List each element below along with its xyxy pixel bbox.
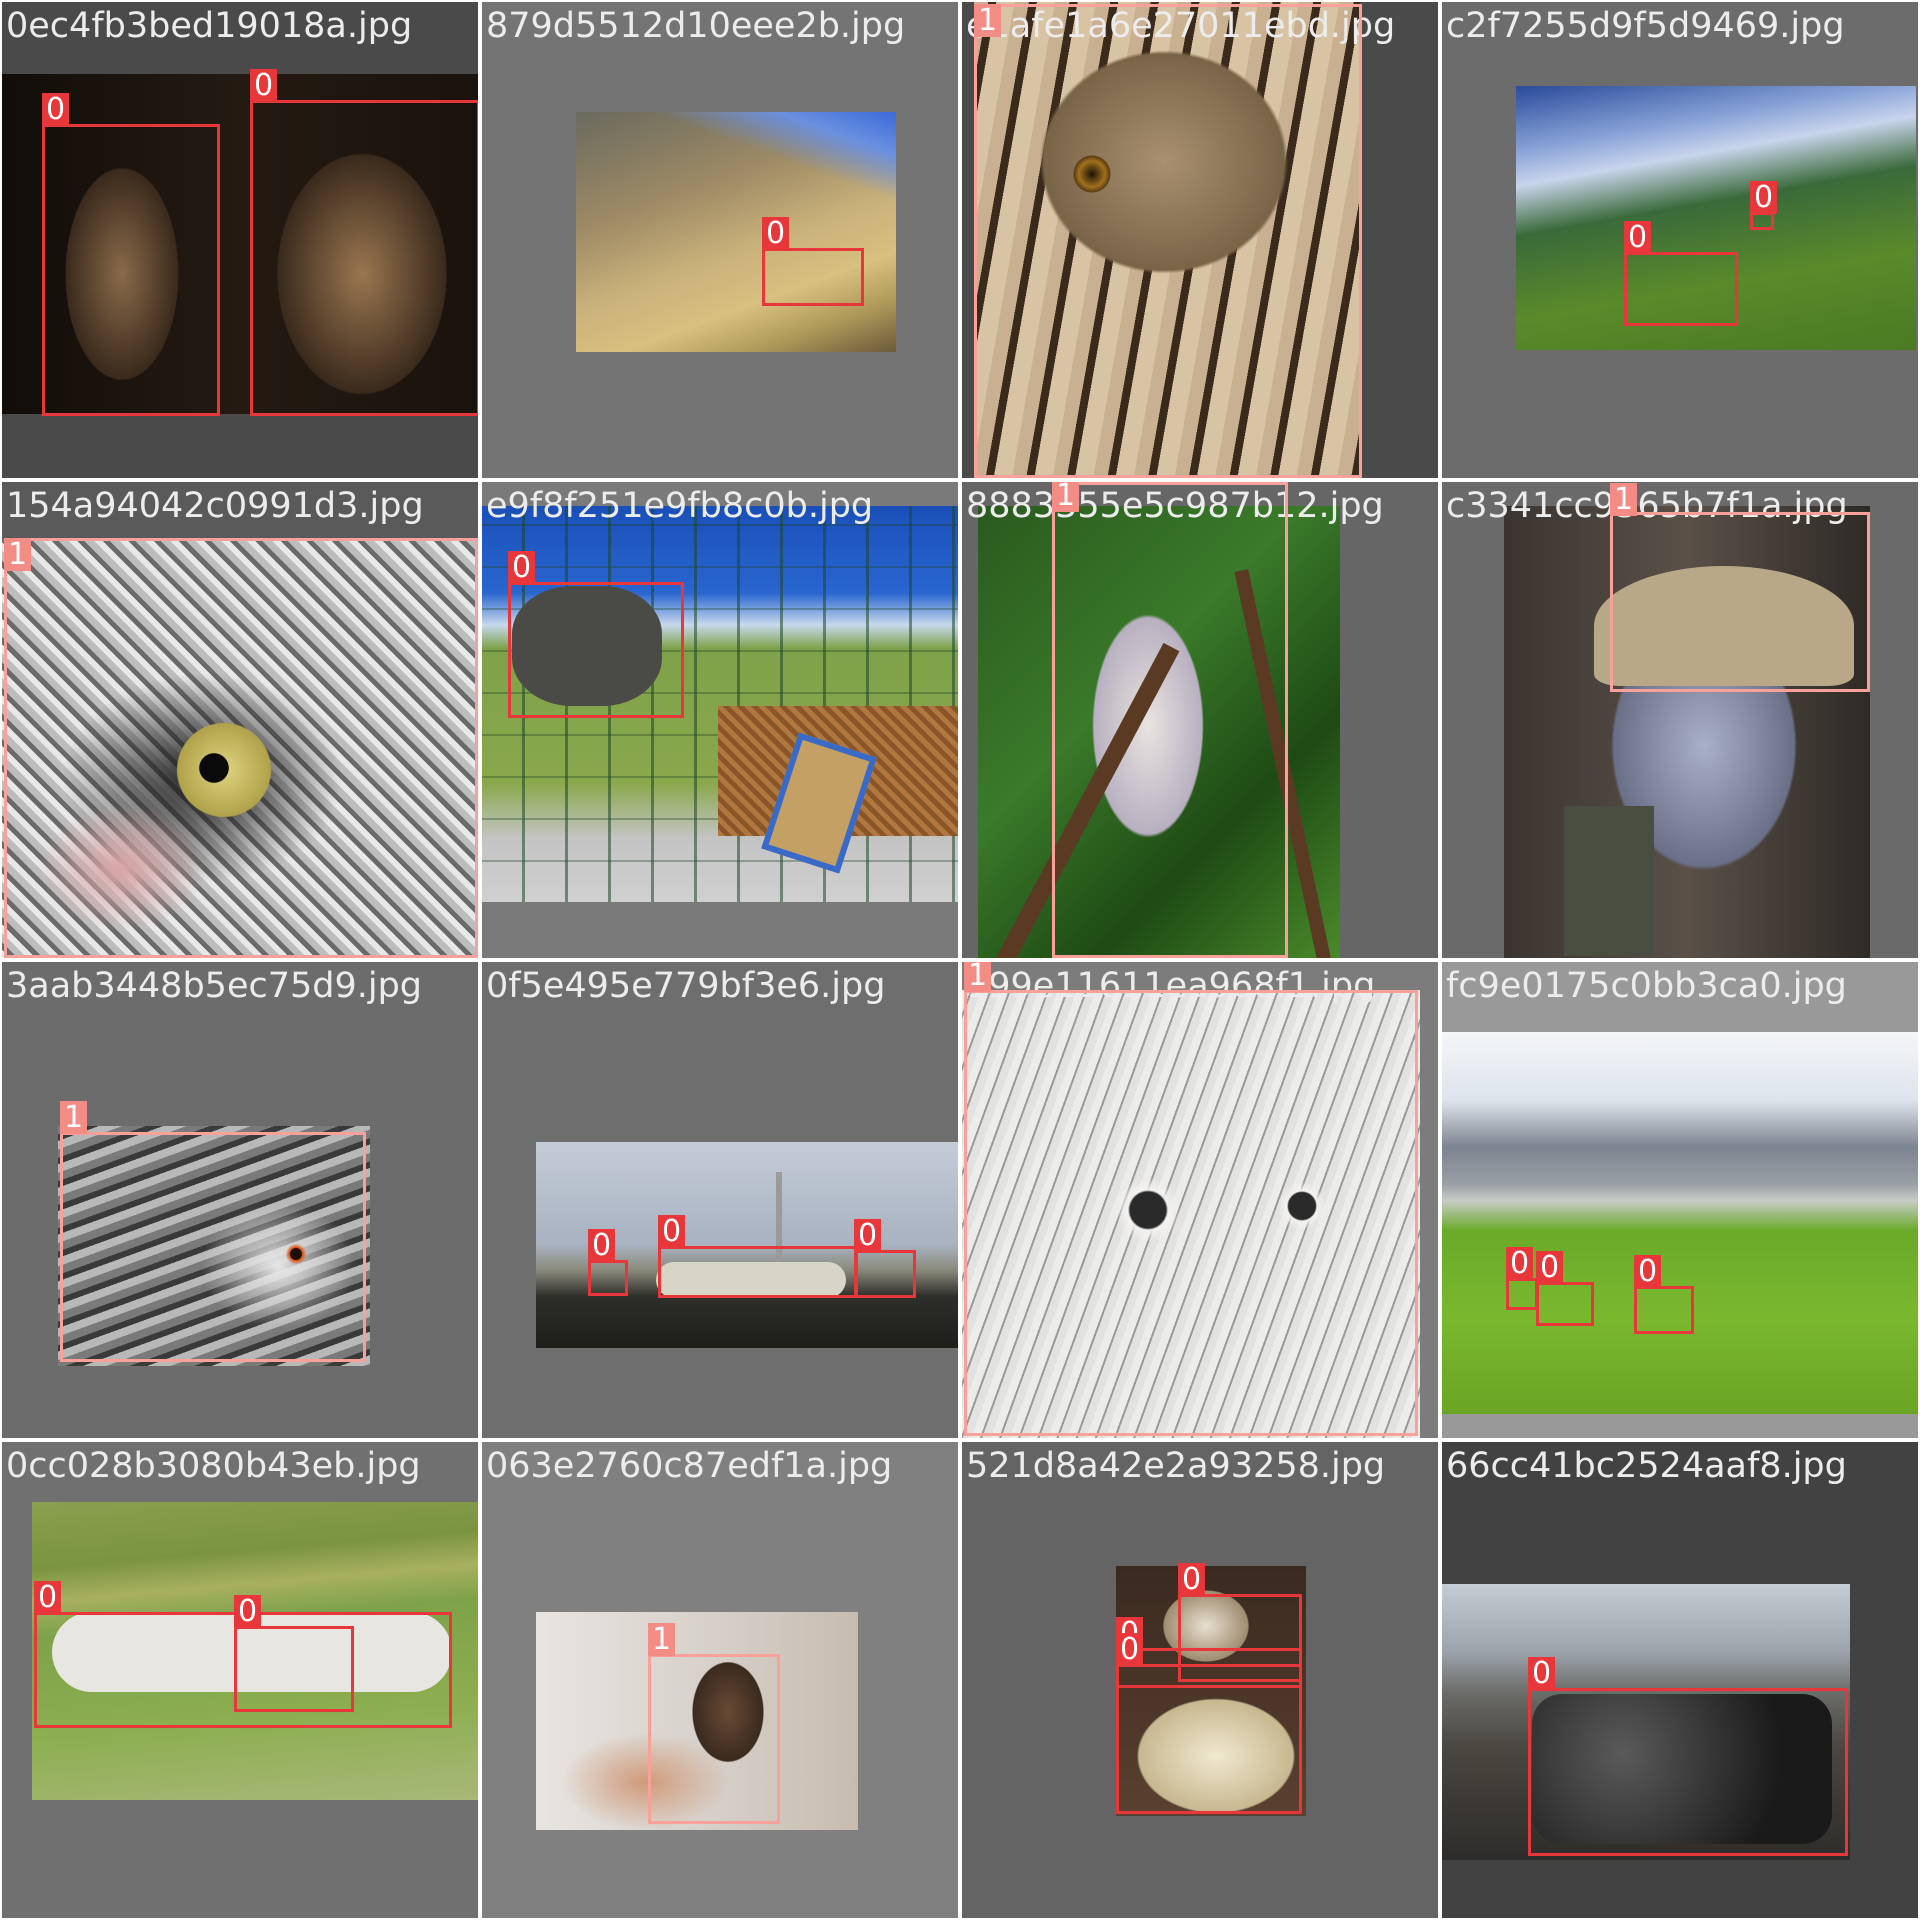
bbox-class-label: 0 (1178, 1563, 1206, 1597)
bbox-class-label: 0 (1116, 1633, 1144, 1667)
bbox-owl: 1 (1610, 483, 1870, 692)
tile-sheep-closeup: 521d8a42e2a93258.jpg 0 0 0 (962, 1442, 1438, 1918)
bbox-class-label: 1 (648, 1623, 676, 1657)
bbox-class-label: 0 (250, 69, 278, 103)
tile-filename: c2f7255d9f5d9469.jpg (1446, 6, 1845, 46)
bbox-class-label: 0 (508, 551, 536, 585)
detection-mosaic: 0ec4fb3bed19018a.jpg 0 0 879d5512d10eee2… (0, 0, 1920, 1920)
bbox-class-label: 0 (1624, 221, 1652, 255)
bbox-class-label: 0 (1536, 1251, 1564, 1285)
bbox-class-label: 0 (1528, 1657, 1556, 1691)
tile-hillside-sheep: 879d5512d10eee2b.jpg 0 (482, 2, 958, 478)
bbox-sheep: 0 (234, 1595, 354, 1712)
bbox-class-label: 0 (762, 217, 790, 251)
bbox-class-label: 0 (1634, 1255, 1662, 1289)
bbox-class-label: 1 (1610, 483, 1638, 517)
bbox-class-label: 0 (1750, 181, 1778, 215)
bbox-class-label: 0 (234, 1595, 262, 1629)
tile-hawk-on-branch: 8883355e5c987b12.jpg 1 (962, 482, 1438, 958)
bbox-owl: 1 (964, 962, 1418, 1436)
bbox-sheep: 0 (1528, 1657, 1848, 1856)
tile-sheep-lambs-dark: 0ec4fb3bed19018a.jpg 0 0 (2, 2, 478, 478)
bbox-class-label: 1 (60, 1101, 88, 1135)
tile-owl-pencil-sketch: 199e11611ea968f1.jpg 1 (962, 962, 1438, 1438)
tile-flock-in-field: 0cc028b3080b43eb.jpg 0 0 (2, 1442, 478, 1918)
bbox-class-label: 1 (964, 962, 992, 993)
bbox-sheep: 0 (1624, 221, 1738, 326)
bbox-sheep: 0 (250, 69, 478, 416)
tile-fenced-sheep-basket: e9f8f251e9fb8c0b.jpg 0 (482, 482, 958, 958)
bbox-sheep: 0 (1116, 1633, 1302, 1814)
bbox-sheep: 0 (1634, 1255, 1694, 1334)
tile-owl-eye-macro: 154a94042c0991d3.jpg 1 (2, 482, 478, 958)
bbox-class-label: 0 (1506, 1247, 1534, 1281)
tile-diorama-owl: c3341cc9365b7f1a.jpg 1 (1442, 482, 1918, 958)
photo (576, 112, 896, 352)
tile-shepherd-with-flock: 0f5e495e779bf3e6.jpg 0 0 0 (482, 962, 958, 1438)
tile-filename: 66cc41bc2524aaf8.jpg (1446, 1446, 1847, 1486)
tile-owlet-in-hands: 063e2760c87edf1a.jpg 1 (482, 1442, 958, 1918)
bbox-sheep: 0 (658, 1215, 858, 1298)
tile-eagle-owl-closeup: e1afe1a6e27011ebd.jpg 1 (962, 2, 1438, 478)
bbox-owl: 1 (4, 538, 478, 958)
bbox-owl: 1 (1052, 482, 1288, 958)
bbox-owl: 1 (648, 1623, 780, 1824)
tile-filename: e9f8f251e9fb8c0b.jpg (486, 486, 874, 526)
bbox-sheep: 0 (588, 1229, 628, 1296)
bbox-class-label: 1 (1052, 482, 1080, 513)
tile-filename: 0ec4fb3bed19018a.jpg (6, 6, 413, 46)
bbox-class-label: 0 (588, 1229, 616, 1263)
bbox-class-label: 1 (4, 538, 32, 572)
tile-filename: 154a94042c0991d3.jpg (6, 486, 424, 526)
bbox-owl: 1 (60, 1101, 366, 1362)
bbox-class-label: 1 (974, 4, 1002, 38)
bbox-class-label: 0 (658, 1215, 686, 1249)
bbox-class-label: 0 (34, 1581, 62, 1615)
bbox-sheep: 0 (1506, 1247, 1538, 1310)
tile-filename: 879d5512d10eee2b.jpg (486, 6, 906, 46)
photo (1442, 1032, 1918, 1414)
bbox-sheep: 0 (854, 1219, 916, 1298)
tile-filename: 063e2760c87edf1a.jpg (486, 1446, 893, 1486)
bbox-sheep: 0 (508, 551, 684, 718)
tile-filename: 0cc028b3080b43eb.jpg (6, 1446, 421, 1486)
tile-livestock-market: 66cc41bc2524aaf8.jpg 0 (1442, 1442, 1918, 1918)
bbox-sheep: 0 (762, 217, 864, 306)
tile-scops-owl-tilted: 3aab3448b5ec75d9.jpg 1 (2, 962, 478, 1438)
bbox-sheep: 0 (42, 93, 220, 416)
tile-mountain-pasture-sheep: fc9e0175c0bb3ca0.jpg 0 0 0 (1442, 962, 1918, 1438)
tile-filename: 521d8a42e2a93258.jpg (966, 1446, 1386, 1486)
bbox-class-label: 0 (854, 1219, 882, 1253)
tile-filename: 0f5e495e779bf3e6.jpg (486, 966, 886, 1006)
bbox-sheep: 0 (1750, 181, 1778, 230)
bbox-class-label: 0 (42, 93, 70, 127)
bbox-owl: 1 (974, 4, 1362, 478)
tile-green-valley-sheep: c2f7255d9f5d9469.jpg 0 0 (1442, 2, 1918, 478)
tile-filename: fc9e0175c0bb3ca0.jpg (1446, 966, 1847, 1006)
bbox-sheep: 0 (1536, 1251, 1594, 1326)
tile-filename: 3aab3448b5ec75d9.jpg (6, 966, 423, 1006)
